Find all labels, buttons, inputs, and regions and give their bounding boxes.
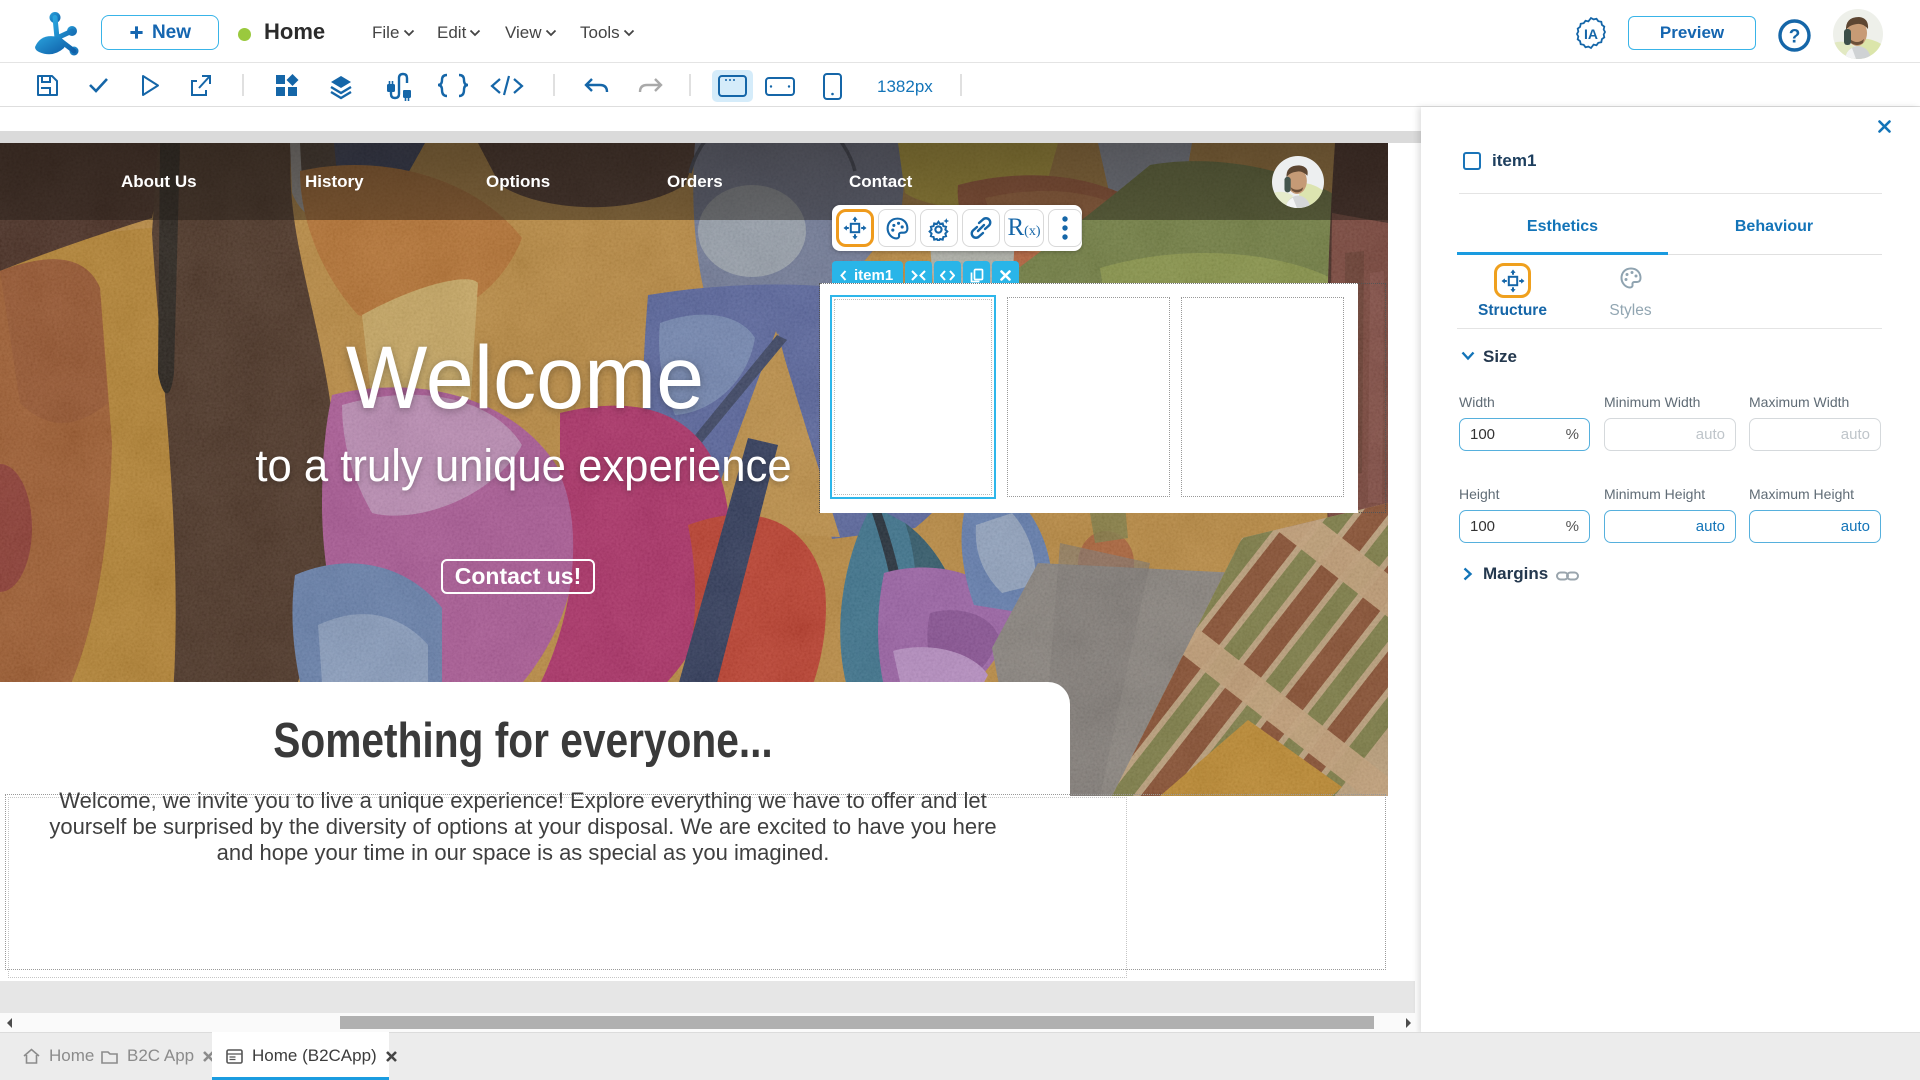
- svg-text:IA: IA: [1584, 26, 1598, 42]
- svg-text:?: ?: [1789, 27, 1801, 48]
- svg-text:1382px: 1382px: [877, 77, 933, 96]
